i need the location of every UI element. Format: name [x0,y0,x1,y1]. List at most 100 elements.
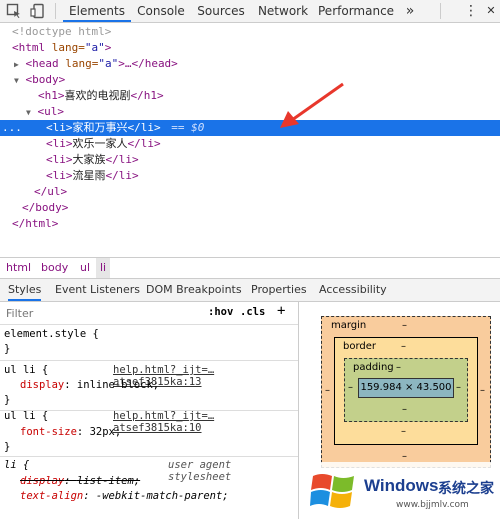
rule-selector[interactable]: ul li { [4,410,48,422]
ellipsis-icon[interactable]: ... [2,120,22,136]
body-close-node[interactable]: </body> [22,200,68,216]
rule-selector[interactable]: ul li { [4,364,48,376]
console-ref: == $0 [171,121,205,134]
watermark-cn-text: 系统之家 [438,481,494,497]
breadcrumb-html[interactable]: html [6,258,31,278]
breadcrumb-ul[interactable]: ul [80,258,90,278]
styles-pane: :hov .cls + element.style { } ul li { he… [0,302,299,519]
tag-text: </li> [105,169,139,182]
collapse-triangle-icon[interactable]: ▼ [26,108,31,117]
ul-close-node[interactable]: </ul> [34,184,67,200]
rule-close: } [4,441,11,453]
margin-label: margin [331,320,367,331]
rule-source-link[interactable]: help.html?_ijt=…atsef3815ka:10 [113,410,298,434]
rule-selector[interactable]: element.style { [4,328,99,340]
border-top-value: – [401,341,406,352]
collapse-triangle-icon[interactable]: ▼ [14,76,19,85]
h1-node[interactable]: <h1>喜欢的电视剧</h1> [38,88,164,104]
tab-sources[interactable]: Sources [193,0,249,22]
css-property[interactable]: font-size: 32px; [20,426,121,438]
inspect-element-icon[interactable] [6,3,22,19]
li-node[interactable]: <li>大家族</li> [46,152,139,168]
padding-bottom-value: – [402,404,407,415]
filter-bar: :hov .cls + [0,302,298,325]
tag-text: </h1> [130,89,164,102]
li-text: 流星雨 [72,169,106,182]
styles-subtabs: Styles Event Listeners DOM Breakpoints P… [0,279,500,302]
li-text: 大家族 [72,153,106,166]
html-close-node[interactable]: </html> [12,216,58,232]
tab-accessibility[interactable]: Accessibility [319,279,387,301]
tab-properties[interactable]: Properties [251,279,307,301]
ul-node[interactable]: ▼ <ul> [26,104,64,120]
breadcrumb-body[interactable]: body [41,258,68,278]
padding-label: padding [353,362,394,373]
cls-toggle-button[interactable]: .cls [240,306,265,318]
breadcrumb-li[interactable]: li [96,258,111,278]
tag-text: <li> [46,153,73,166]
rule-selector[interactable]: li { [4,459,29,471]
css-property: text-align: -webkit-match-parent; [20,490,229,502]
css-property-overridden: display: list-item; [20,475,141,487]
border-box[interactable]: border – padding – 159.984 × 43.500 – – … [334,337,478,445]
attr-value: "a" [98,57,119,70]
padding-box[interactable]: padding – 159.984 × 43.500 – – – [344,358,468,422]
prop-value: -webkit-match-parent; [95,490,229,502]
border-label: border [343,341,377,352]
css-property[interactable]: display: inline-block; [20,379,159,391]
tag-text: > [104,41,112,54]
watermark: Windows 系统之家 www.bjjmlv.com [306,462,500,519]
watermark-windows-text: Windows [364,476,439,495]
windows-logo-icon [310,474,354,508]
prop-value: list-item; [76,475,141,487]
content-box[interactable]: 159.984 × 43.500 [358,378,454,398]
margin-box[interactable]: margin – border – padding – 159.984 × 43… [321,316,491,468]
tag-text: <li> [46,137,73,150]
tab-event-listeners[interactable]: Event Listeners [55,279,140,301]
hov-toggle-button[interactable]: :hov [208,306,233,318]
attr-name: lang= [45,41,85,54]
tag-text: <h1> [38,89,65,102]
margin-right-value: – [480,385,485,396]
devtools-toolbar: Elements Console Sources Network Perform… [0,0,500,23]
tab-dom-breakpoints[interactable]: DOM Breakpoints [146,279,242,301]
padding-right-value: – [456,382,461,393]
margin-bottom-value: – [402,451,407,462]
styles-filter-input[interactable] [4,305,198,321]
expand-triangle-icon[interactable]: ▶ [14,60,19,69]
menu-kebab-icon[interactable]: ⋮ [464,0,478,22]
breadcrumb: html body ul li [0,257,500,279]
li-node-selected[interactable]: ... <li>家和万事兴</li> == $0 [0,120,500,136]
li-node[interactable]: <li>欢乐一家人</li> [46,136,161,152]
new-rule-button[interactable]: + [277,303,285,319]
doctype-node[interactable]: <!doctype html> [12,24,111,40]
h1-text: 喜欢的电视剧 [64,89,131,102]
li-node[interactable]: <li>流星雨</li> [46,168,139,184]
tag-text: </li> [127,121,161,134]
html-node[interactable]: <html lang="a"> [12,40,111,56]
prop-name: display [20,475,65,487]
tab-network[interactable]: Network [254,0,312,22]
close-icon[interactable]: ✕ [484,0,498,22]
device-toolbar-icon[interactable] [30,3,46,19]
rule-source-label: user agent stylesheet [168,459,232,483]
watermark-url: www.bjjmlv.com [396,500,469,510]
tab-styles[interactable]: Styles [8,279,42,301]
attr-value: "a" [84,41,105,54]
prop-name: font-size [20,426,77,438]
rule-close: } [4,394,11,406]
prop-value: inline-block; [76,379,160,391]
tab-console[interactable]: Console [133,0,189,22]
prop-value: 32px; [89,426,122,438]
more-tabs-button[interactable]: » [402,0,418,22]
head-node[interactable]: ▶ <head lang="a">…</head> [14,56,178,72]
padding-top-value: – [396,362,401,373]
tab-elements[interactable]: Elements [63,0,131,22]
dom-tree: <!doctype html> <html lang="a"> ▶ <head … [0,23,500,253]
body-node[interactable]: ▼ <body> [14,72,65,88]
tag-text: <li> [46,121,73,134]
red-arrow-annotation [280,82,344,128]
tab-performance[interactable]: Performance [318,0,394,22]
margin-left-value: – [325,385,330,396]
prop-name: display [20,379,65,391]
